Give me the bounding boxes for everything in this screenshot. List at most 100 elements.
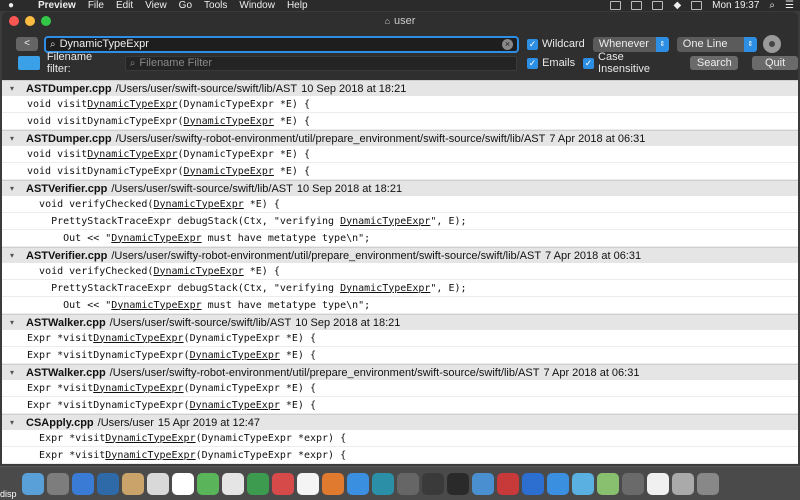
menu-window[interactable]: Window (239, 0, 275, 11)
calendar-icon[interactable] (147, 472, 169, 495)
disclosure-icon[interactable]: ▾ (10, 368, 20, 377)
document-icon[interactable] (647, 472, 669, 495)
result-line[interactable]: void verifyChecked(DynamicTypeExpr *E) { (2, 196, 798, 213)
photos-icon[interactable] (222, 472, 244, 495)
line-suffix: *E) { (279, 399, 316, 411)
filename-filter-input[interactable]: ⌕ Filename Filter (124, 55, 518, 71)
dropdown-arrows-icon: ⇕ (743, 36, 757, 52)
system-preferences-icon[interactable] (397, 472, 419, 495)
result-line[interactable]: Expr *visitDynamicTypeExpr(DynamicTypeEx… (2, 347, 798, 364)
home-folder-icon: ⌂ (384, 16, 391, 26)
search-field[interactable]: ⌕ DynamicTypeExpr × (44, 35, 519, 53)
line-match: DynamicTypeExpr (340, 215, 431, 227)
result-file-header[interactable]: ▾ ASTDumper.cpp/Users/user/swift-source/s… (2, 80, 798, 96)
result-file-header[interactable]: ▾ ASTVerifier.cpp/Users/user/swifty-robot… (2, 247, 798, 263)
disclosure-icon[interactable]: ▾ (10, 318, 20, 327)
apple-menu-icon[interactable]: ● (4, 0, 18, 11)
line-suffix: must have metatype type\n"; (201, 232, 371, 244)
result-line[interactable]: void visitDynamicTypeExpr(DynamicTypeExp… (2, 163, 798, 180)
disclosure-icon[interactable]: ▾ (10, 418, 20, 427)
result-line[interactable]: Expr *visitDynamicTypeExpr(DynamicTypeEx… (2, 447, 798, 464)
app-icon[interactable] (572, 472, 594, 495)
status-app-icon[interactable] (610, 1, 622, 10)
trash-icon[interactable] (697, 472, 719, 495)
news-icon[interactable] (272, 472, 294, 495)
search-button[interactable]: Search (690, 56, 739, 70)
menu-view[interactable]: View (145, 0, 167, 11)
android-icon[interactable] (597, 472, 619, 495)
clear-search-icon[interactable]: × (502, 38, 513, 50)
activity-monitor-icon[interactable] (447, 472, 469, 495)
finder-icon[interactable] (22, 472, 44, 495)
notification-center-icon[interactable]: ☰ (785, 0, 794, 11)
result-file-header[interactable]: ▾ ASTWalker.cpp/Users/user/swift-source/s… (2, 314, 798, 330)
status-area: ◆ Mon 19:37 ⌕ ☰ (610, 0, 800, 11)
result-file-header[interactable]: ▾ ASTDumper.cpp/Users/user/swifty-robot-e… (2, 130, 798, 146)
search-input[interactable]: DynamicTypeExpr (60, 38, 502, 50)
result-line[interactable]: PrettyStackTraceExpr debugStack(Ctx, "ve… (2, 280, 798, 297)
terminal-icon[interactable] (422, 472, 444, 495)
menu-file[interactable]: File (88, 0, 104, 11)
app-icon[interactable] (622, 472, 644, 495)
results-list[interactable]: ▾ ASTDumper.cpp/Users/user/swift-source/s… (2, 80, 798, 464)
line-match: DynamicTypeExpr (183, 115, 274, 127)
mail-icon[interactable] (97, 472, 119, 495)
reminders-icon[interactable] (172, 472, 194, 495)
result-line[interactable]: PrettyStackTraceExpr debugStack(Ctx, "ve… (2, 213, 798, 230)
result-filename: ASTDumper.cpp (26, 82, 112, 95)
result-file-header[interactable]: ▾ CSApply.cpp/Users/user 15 Apr 2019 at 12… (2, 414, 798, 430)
result-line[interactable]: void visitDynamicTypeExpr(DynamicTypeExp… (2, 146, 798, 163)
menu-app[interactable]: Preview (38, 0, 76, 11)
mode-select[interactable]: Whenever ⇕ (592, 36, 669, 52)
books-icon[interactable] (322, 472, 344, 495)
wifi-icon[interactable]: ◆ (673, 0, 681, 11)
app-store-icon[interactable] (347, 472, 369, 495)
result-line[interactable]: Expr *visitDynamicTypeExpr(DynamicTypeEx… (2, 430, 798, 447)
display-select[interactable]: One Line ⇕ (676, 36, 757, 52)
result-line[interactable]: void visitDynamicTypeExpr(DynamicTypeExp… (2, 96, 798, 113)
network-icon[interactable] (372, 472, 394, 495)
safari-icon[interactable] (72, 472, 94, 495)
menubar-clock[interactable]: Mon 19:37 (712, 0, 759, 11)
folder-icon[interactable] (18, 56, 40, 70)
airplay-icon[interactable] (652, 1, 664, 10)
case-insensitive-checkbox[interactable]: ✓ Case Insensitive (583, 51, 678, 75)
notes-icon[interactable] (122, 472, 144, 495)
maps-icon[interactable] (197, 472, 219, 495)
back-button[interactable]: < (16, 37, 38, 51)
menu-edit[interactable]: Edit (116, 0, 133, 11)
gear-icon[interactable] (762, 35, 781, 53)
disclosure-icon[interactable]: ▾ (10, 84, 20, 93)
result-line[interactable]: void visitDynamicTypeExpr(DynamicTypeExp… (2, 113, 798, 130)
result-line[interactable]: Expr *visitDynamicTypeExpr(DynamicTypeEx… (2, 397, 798, 414)
line-suffix: *E) { (279, 349, 316, 361)
wildcard-checkbox[interactable]: ✓ Wildcard (527, 38, 585, 50)
app-icon[interactable] (497, 472, 519, 495)
result-file-header[interactable]: ▾ ASTVerifier.cpp/Users/user/swift-source… (2, 180, 798, 196)
emails-checkbox[interactable]: ✓ Emails (527, 57, 575, 69)
disclosure-icon[interactable]: ▾ (10, 184, 20, 193)
spotlight-icon[interactable]: ⌕ (769, 0, 775, 11)
menu-help[interactable]: Help (287, 0, 308, 11)
quit-button[interactable]: Quit (752, 56, 798, 70)
display-icon[interactable] (631, 1, 643, 10)
itunes-icon[interactable] (297, 472, 319, 495)
menu-go[interactable]: Go (179, 0, 192, 11)
app-icon[interactable] (522, 472, 544, 495)
disclosure-icon[interactable]: ▾ (10, 251, 20, 260)
disclosure-icon[interactable]: ▾ (10, 134, 20, 143)
launchpad-icon[interactable] (47, 472, 69, 495)
result-line[interactable]: void verifyChecked(DynamicTypeExpr *E) { (2, 263, 798, 280)
result-file-header[interactable]: ▾ ASTWalker.cpp/Users/user/swifty-robot-e… (2, 364, 798, 380)
result-line[interactable]: Expr *visitDynamicTypeExpr(DynamicTypeEx… (2, 380, 798, 397)
result-filename: ASTDumper.cpp (26, 132, 112, 145)
preview-icon[interactable] (472, 472, 494, 495)
result-line[interactable]: Out << " DynamicTypeExpr must have metaty… (2, 230, 798, 247)
document-icon[interactable] (672, 472, 694, 495)
result-line[interactable]: Expr *visitDynamicTypeExpr(DynamicTypeEx… (2, 330, 798, 347)
menu-tools[interactable]: Tools (204, 0, 227, 11)
battery-icon[interactable] (691, 1, 703, 10)
app-icon[interactable] (547, 472, 569, 495)
result-line[interactable]: Out << " DynamicTypeExpr must have metaty… (2, 297, 798, 314)
messages-icon[interactable] (247, 472, 269, 495)
